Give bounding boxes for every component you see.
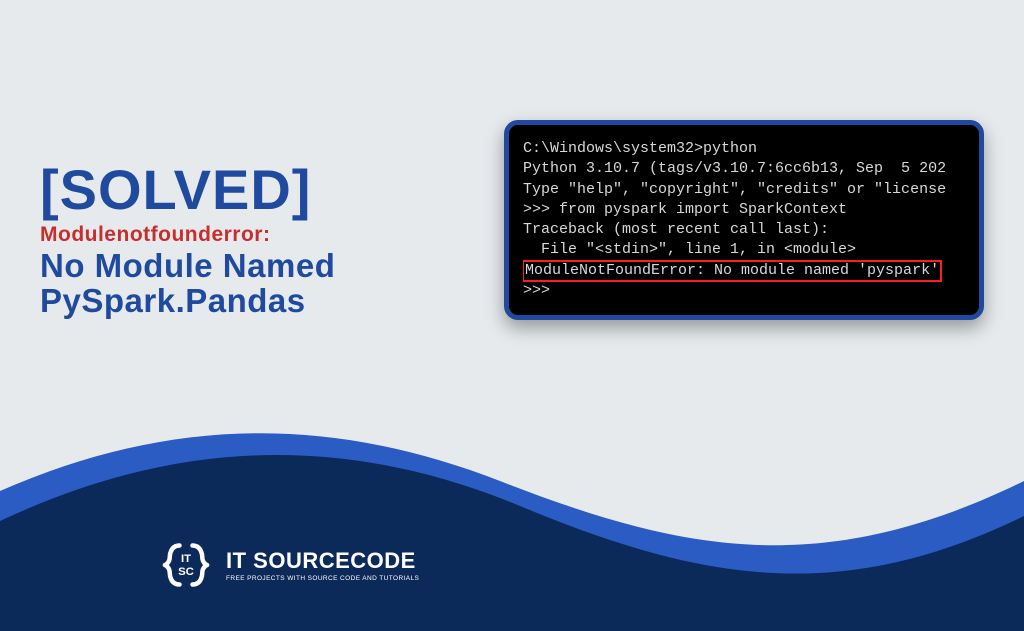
terminal-error-line: ModuleNotFoundError: No module named 'py… — [523, 261, 941, 281]
headline-block: [SOLVED] Modulenotfounderror: No Module … — [40, 142, 480, 318]
svg-text:SC: SC — [178, 566, 194, 578]
brand-logo-block: IT SC IT SOURCECODE FREE PROJECTS WITH S… — [160, 539, 419, 591]
terminal-window: C:\Windows\system32>python Python 3.10.7… — [504, 120, 984, 320]
terminal-output: C:\Windows\system32>python Python 3.10.7… — [523, 139, 969, 301]
headline-solved: [SOLVED] — [40, 162, 480, 218]
headline-line-b: PySpark.Pandas — [40, 284, 480, 319]
terminal-line: >>> from pyspark import SparkContext — [523, 201, 847, 218]
brand-name: IT SOURCECODE — [226, 548, 419, 574]
headline-line-a: No Module Named — [40, 249, 480, 284]
terminal-line: Traceback (most recent call last): — [523, 221, 829, 238]
brand-tagline: FREE PROJECTS WITH SOURCE CODE AND TUTOR… — [226, 575, 419, 582]
terminal-line: Type "help", "copyright", "credits" or "… — [523, 181, 946, 198]
headline-error-label: Modulenotfounderror: — [40, 222, 480, 247]
terminal-line: Python 3.10.7 (tags/v3.10.7:6cc6b13, Sep… — [523, 160, 946, 177]
brand-logo-icon: IT SC — [160, 539, 212, 591]
terminal-prompt: >>> — [523, 282, 550, 299]
terminal-line: File "<stdin>", line 1, in <module> — [523, 241, 856, 258]
brand-text: IT SOURCECODE FREE PROJECTS WITH SOURCE … — [226, 548, 419, 582]
svg-text:IT: IT — [181, 553, 191, 565]
wave-dark-decoration — [0, 371, 1024, 631]
terminal-line: C:\Windows\system32>python — [523, 140, 757, 157]
